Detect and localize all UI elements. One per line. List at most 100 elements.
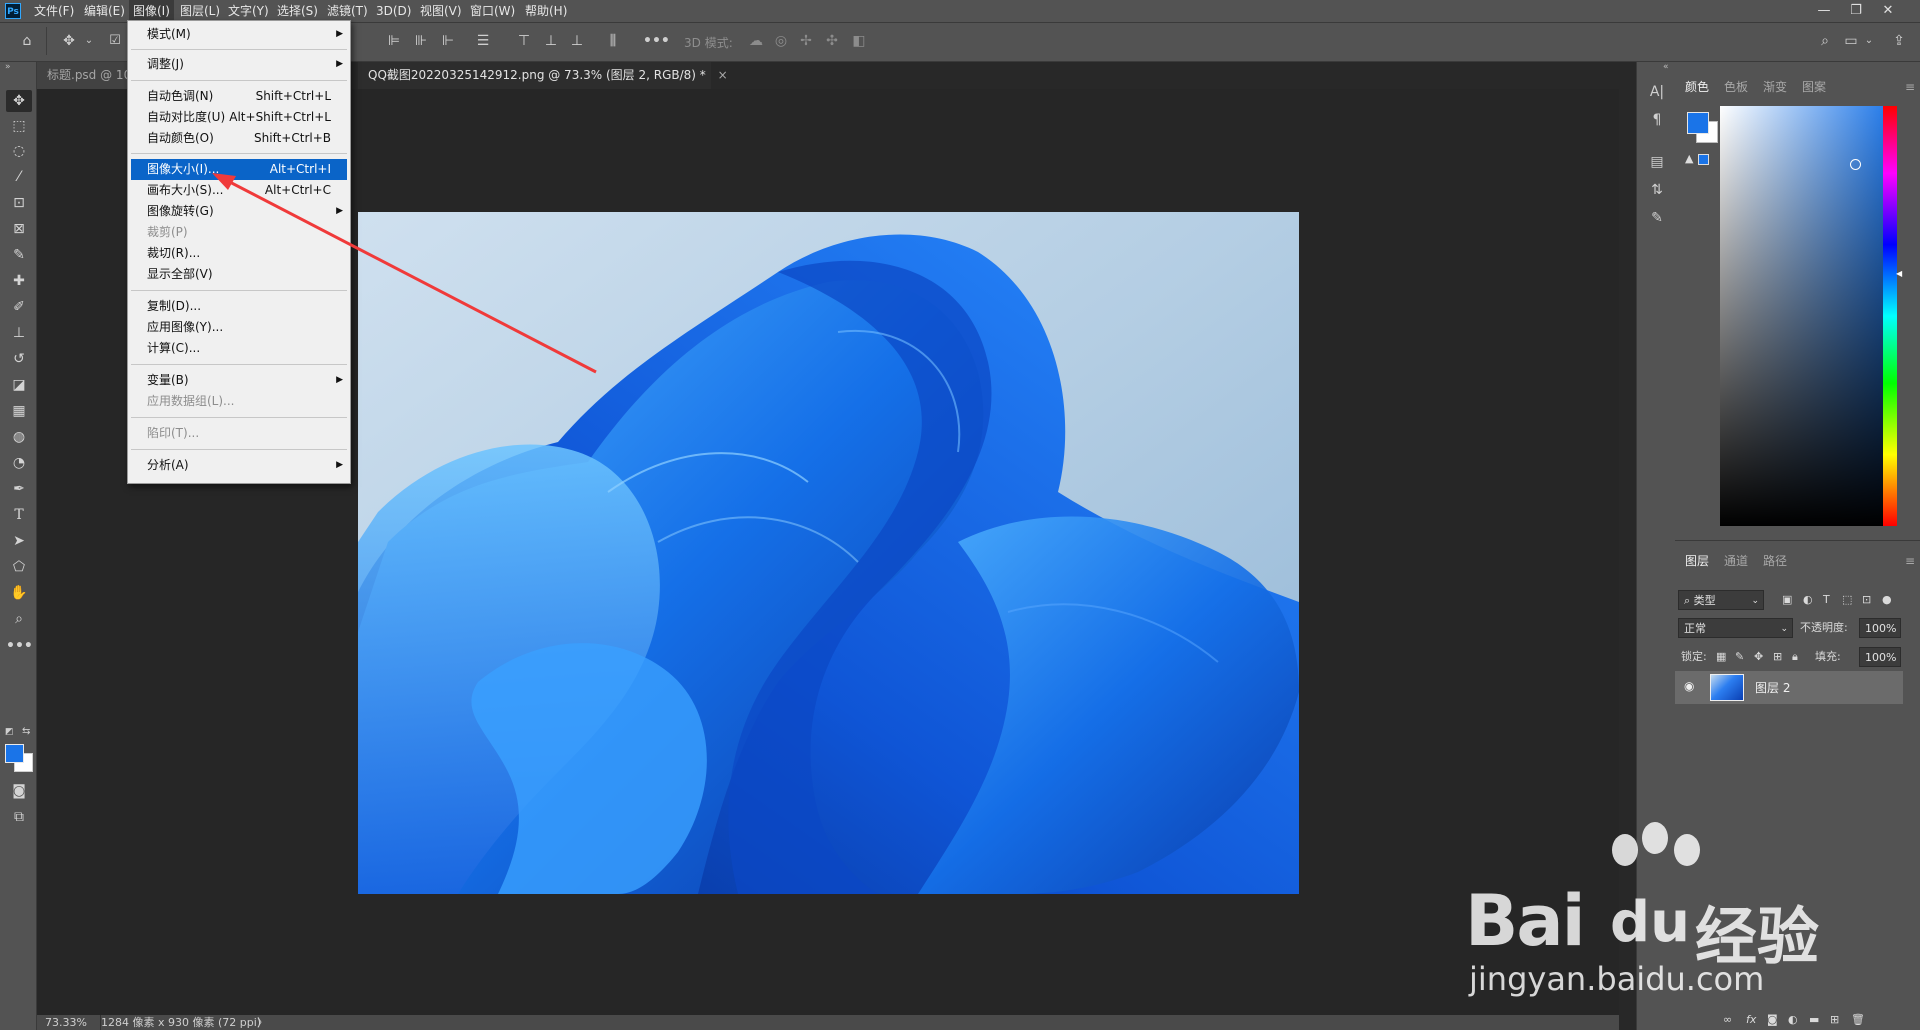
brush-tool-icon[interactable]: ✐ [6, 296, 32, 318]
gradient-tool-icon[interactable]: ▦ [6, 400, 32, 422]
magic-wand-tool-icon[interactable]: ⁄ [6, 166, 32, 188]
crop-tool-icon[interactable]: ⊡ [6, 192, 32, 214]
default-colors-icon[interactable]: ◩ [5, 727, 14, 737]
edit-toolbar-icon[interactable]: ••• [6, 635, 33, 657]
filter-toggle-icon[interactable]: ● [1882, 590, 1892, 610]
filter-adjustment-icon[interactable]: ◐ [1803, 590, 1813, 610]
move-tool-preset-icon[interactable]: ✥ [60, 32, 78, 50]
filter-shape-icon[interactable]: ⬚ [1842, 590, 1852, 610]
tab-patterns[interactable]: 图案 [1802, 76, 1826, 98]
color-picker-cursor[interactable] [1850, 159, 1861, 170]
document-image[interactable] [358, 212, 1299, 894]
tab-swatches[interactable]: 色板 [1724, 76, 1748, 98]
zoom-level[interactable]: 73.33% [45, 1015, 87, 1030]
layer-thumbnail[interactable] [1710, 674, 1744, 701]
properties-panel-icon[interactable]: ▤ [1647, 152, 1667, 172]
lock-artboard-icon[interactable]: ⊞ [1773, 647, 1782, 667]
menu-item-canvas-size[interactable]: 画布大小(S)... Alt+Ctrl+C [131, 180, 347, 201]
hue-slider-handle[interactable]: ◀ [1896, 269, 1902, 278]
link-layers-icon[interactable]: ∞ [1723, 1010, 1732, 1030]
menu-item-image-size[interactable]: 图像大小(I)... Alt+Ctrl+I [131, 159, 347, 180]
brush-settings-icon[interactable]: ✎ [1647, 208, 1667, 228]
shape-tool-icon[interactable]: ⬠ [6, 556, 32, 578]
menu-item-auto-tone[interactable]: 自动色调(N) Shift+Ctrl+L [131, 86, 347, 107]
menu-view[interactable]: 视图(V) [416, 0, 466, 22]
hue-slider[interactable] [1883, 106, 1897, 526]
add-mask-icon[interactable]: ◙ [1767, 1010, 1778, 1030]
panel-menu-icon[interactable]: ≡ [1905, 76, 1915, 98]
distribute-icon[interactable]: ☰ [474, 32, 492, 50]
menu-item-auto-color[interactable]: 自动颜色(O) Shift+Ctrl+B [131, 128, 347, 149]
menu-file[interactable]: 文件(F) [30, 0, 78, 22]
menu-item-mode[interactable]: 模式(M) ▶ [131, 24, 347, 45]
character-panel-icon[interactable]: A| [1647, 82, 1667, 102]
collapse-icon[interactable]: » [5, 62, 11, 72]
menu-item-reveal-all[interactable]: 显示全部(V) [131, 264, 347, 285]
align-bottom-icon[interactable]: ⊥ [568, 32, 586, 50]
menu-filter[interactable]: 滤镜(T) [323, 0, 372, 22]
menu-item-variables[interactable]: 变量(B) ▶ [131, 370, 347, 391]
swap-colors-icon[interactable]: ⇆ [22, 726, 30, 737]
align-hcenter-icon[interactable]: ⊪ [412, 32, 430, 50]
status-menu-arrow[interactable]: 〉 [257, 1015, 268, 1030]
menu-image[interactable]: 图像(I) [129, 0, 174, 22]
workspace-icon[interactable]: ▭ [1842, 32, 1860, 50]
menu-layer[interactable]: 图层(L) [176, 0, 224, 22]
menu-item-duplicate[interactable]: 复制(D)... [131, 296, 347, 317]
tab-channels[interactable]: 通道 [1724, 550, 1748, 572]
fill-input[interactable]: 100% [1859, 647, 1901, 667]
tab-layers[interactable]: 图层 [1685, 550, 1709, 572]
eye-icon[interactable]: ◉ [1684, 679, 1694, 693]
new-layer-icon[interactable]: ⊞ [1830, 1010, 1839, 1030]
align-top-icon[interactable]: ⊤ [515, 32, 533, 50]
search-icon[interactable]: ⌕ [1816, 32, 1834, 50]
marquee-tool-icon[interactable]: ⬚ [6, 115, 32, 137]
3d-roll-icon[interactable]: ◎ [772, 32, 790, 50]
align-left-icon[interactable]: ⊫ [385, 32, 403, 50]
quick-mask-icon[interactable]: ◙ [6, 780, 32, 802]
menu-item-trim[interactable]: 裁切(R)... [131, 243, 347, 264]
auto-select-checkbox[interactable]: ☑ [106, 32, 124, 50]
type-tool-icon[interactable]: T [6, 504, 32, 526]
color-picker-field[interactable] [1720, 106, 1896, 526]
3d-slide-icon[interactable]: ✣ [823, 32, 841, 50]
filter-smart-object-icon[interactable]: ⊡ [1862, 590, 1871, 610]
lock-image-icon[interactable]: ✎ [1735, 647, 1744, 667]
frame-tool-icon[interactable]: ⊠ [6, 218, 32, 240]
menu-type[interactable]: 文字(Y) [224, 0, 273, 22]
tab-color[interactable]: 颜色 [1685, 76, 1709, 98]
foreground-color-swatch[interactable] [1687, 112, 1709, 134]
move-tool-icon[interactable]: ✥ [6, 90, 32, 112]
eraser-tool-icon[interactable]: ◪ [6, 374, 32, 396]
lock-position-icon[interactable]: ✥ [1754, 647, 1763, 667]
menu-item-adjust[interactable]: 调整(J) ▶ [131, 54, 347, 75]
menu-edit[interactable]: 编辑(E) [80, 0, 129, 22]
menu-select[interactable]: 选择(S) [273, 0, 322, 22]
blur-tool-icon[interactable]: ◍ [6, 426, 32, 448]
fx-icon[interactable]: fx [1746, 1010, 1756, 1030]
minimize-button[interactable]: — [1808, 0, 1840, 22]
tab-gradients[interactable]: 渐变 [1763, 76, 1787, 98]
align-vcenter-icon[interactable]: ⊥ [542, 32, 560, 50]
adjustments-panel-icon[interactable]: ⇅ [1647, 180, 1667, 200]
history-brush-tool-icon[interactable]: ↺ [6, 348, 32, 370]
tab-close-icon[interactable]: × [718, 68, 728, 82]
path-selection-tool-icon[interactable]: ➤ [6, 530, 32, 552]
dodge-tool-icon[interactable]: ◔ [6, 452, 32, 474]
3d-pan-icon[interactable]: ✢ [797, 32, 815, 50]
layer-filter-select[interactable]: ⌕ 类型 ⌄ [1678, 590, 1764, 610]
more-options-icon[interactable]: ••• [643, 32, 670, 50]
menu-item-image-rotation[interactable]: 图像旋转(G) ▶ [131, 201, 347, 222]
share-icon[interactable]: ⇪ [1890, 32, 1908, 50]
delete-layer-icon[interactable]: 🗑︎ [1851, 1010, 1865, 1030]
close-window-button[interactable]: ✕ [1872, 0, 1904, 22]
tab-document-active[interactable]: QQ截图20220325142912.png @ 73.3% (图层 2, RG… [358, 62, 728, 89]
menu-item-analysis[interactable]: 分析(A) ▶ [131, 455, 347, 476]
restore-button[interactable]: ❐ [1840, 0, 1872, 22]
menu-item-calculations[interactable]: 计算(C)... [131, 338, 347, 359]
zoom-tool-icon[interactable]: ⌕ [6, 608, 32, 630]
opacity-input[interactable]: 100% [1859, 618, 1901, 638]
stamp-tool-icon[interactable]: ⊥ [6, 322, 32, 344]
pen-tool-icon[interactable]: ✒ [6, 478, 32, 500]
tab-document-title[interactable]: 标题.psd @ 10 [37, 62, 139, 89]
